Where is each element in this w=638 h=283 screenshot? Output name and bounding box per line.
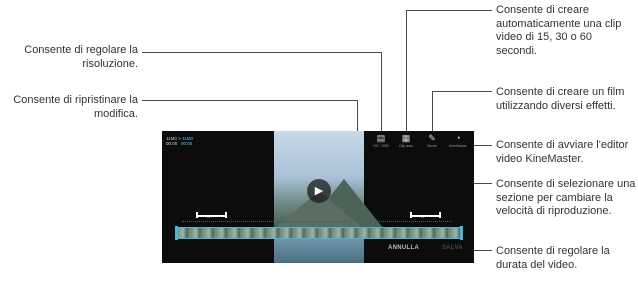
leader-line — [142, 52, 382, 53]
callout-kinemaster: Consente di avviare l'editor video KineM… — [496, 139, 629, 165]
leader-line — [381, 52, 382, 137]
kinemaster-icon[interactable]: ◔ KineMaster — [449, 133, 467, 151]
speed-label: x1 — [421, 215, 425, 219]
speed-section-left[interactable] — [196, 215, 226, 217]
filmstrip-timeline[interactable] — [176, 227, 462, 239]
callout-undo: Consente di ripristinare la modifica. — [13, 94, 138, 120]
play-icon: ▶ — [314, 185, 324, 197]
speed-handle-left[interactable] — [196, 212, 198, 218]
time-readout: 11M0 > 11M0 00:05 00:05 — [166, 136, 194, 146]
magic-wand-icon[interactable]: ✎ Movie — [423, 133, 441, 151]
speed-handle-left[interactable] — [410, 212, 412, 218]
callout-duration: Consente di regolare la durata del video… — [496, 245, 610, 271]
callout-effects-movie: Consente di creare un film utilizzando d… — [496, 86, 625, 112]
leader-line — [406, 10, 492, 11]
leader-line — [406, 10, 407, 137]
cancel-button[interactable]: ANNULLA — [388, 245, 419, 251]
save-button[interactable]: SALVA — [442, 245, 463, 251]
callout-speed-section: Consente di selezionare una sezione per … — [496, 178, 636, 217]
callout-resolution: Consente di regolare la risoluzione. — [24, 44, 138, 70]
trim-handle-right[interactable] — [460, 226, 463, 240]
auto-clip-icon[interactable]: ▦ Clip auto — [397, 133, 415, 151]
callout-auto-clip: Consente di creare automaticamente una c… — [496, 4, 622, 57]
trim-handle-left[interactable] — [175, 226, 178, 240]
speed-section-right[interactable] — [410, 215, 440, 217]
speed-label: x1 — [207, 215, 211, 219]
play-button[interactable]: ▶ — [307, 179, 331, 203]
leader-line — [142, 100, 358, 101]
speed-track — [182, 221, 452, 223]
speed-handle-right[interactable] — [439, 212, 441, 218]
video-editor-screen: 11M0 > 11M0 00:05 00:05 ↺ ▤ HD / 1080 ▦ … — [162, 131, 474, 263]
leader-line — [432, 91, 492, 92]
resolution-icon[interactable]: ▤ HD / 1080 — [372, 133, 390, 151]
video-preview[interactable]: ▶ — [274, 131, 384, 263]
speed-handle-right[interactable] — [225, 212, 227, 218]
